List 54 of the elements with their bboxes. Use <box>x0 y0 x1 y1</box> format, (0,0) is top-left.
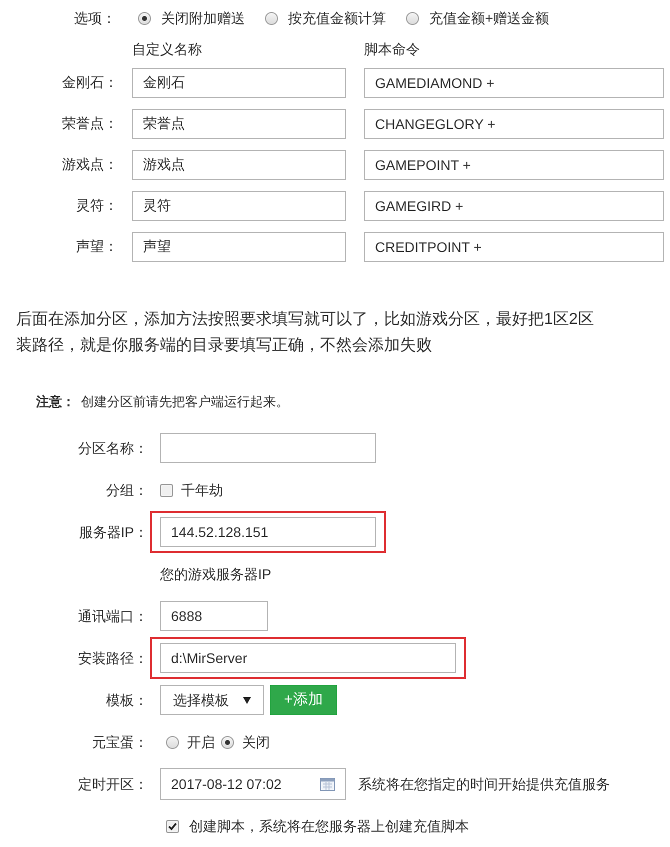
row-label: 灵符： <box>75 196 119 215</box>
options-label: 选项： <box>73 8 117 28</box>
command-field[interactable]: CHANGEGLORY + <box>364 108 664 138</box>
text-field[interactable]: 6888 <box>160 601 268 631</box>
row-label: 金刚石： <box>61 73 119 92</box>
field-hint: 您的游戏服务器IP <box>160 564 272 584</box>
radio-button[interactable] <box>265 12 278 24</box>
text-field[interactable] <box>160 433 376 463</box>
column-header: 自定义名称 <box>132 40 203 58</box>
datetime-field[interactable]: 2017-08-12 07:02 <box>160 768 346 800</box>
field-label: 元宝蛋： <box>91 732 148 752</box>
field-label: 分组： <box>105 480 148 500</box>
text-field[interactable]: 144.52.128.151 <box>160 517 376 547</box>
column-header: 脚本命令 <box>364 40 420 58</box>
row-label: 声望： <box>75 237 119 256</box>
row-label: 荣誉点： <box>61 114 119 133</box>
name-field[interactable]: 灵符 <box>132 190 346 220</box>
command-field[interactable]: GAMEGIRD + <box>364 190 664 220</box>
calendar-icon[interactable] <box>320 778 335 790</box>
field-label: 模板： <box>105 690 148 710</box>
radio-button[interactable] <box>221 736 234 748</box>
checkbox[interactable] <box>160 484 173 496</box>
name-field[interactable]: 声望 <box>132 232 346 262</box>
row-label: 游戏点： <box>61 155 119 174</box>
radio-button[interactable] <box>406 12 419 24</box>
text-field[interactable]: d:\MirServer <box>160 643 456 673</box>
radio-label: 充值金额+赠送金额 <box>429 8 550 28</box>
field-label: 安装路径： <box>77 648 148 668</box>
name-field[interactable]: 游戏点 <box>132 150 346 180</box>
checkbox-label: 创建脚本，系统将在您服务器上创建充值脚本 <box>189 816 469 836</box>
command-field[interactable]: CREDITPOINT + <box>364 232 664 262</box>
radio-button[interactable] <box>138 12 151 24</box>
radio-label: 按充值金额计算 <box>288 8 386 28</box>
datetime-note: 系统将在您指定的时间开始提供充值服务 <box>358 774 610 794</box>
caret-icon <box>243 696 251 704</box>
checkbox[interactable] <box>166 820 179 832</box>
paragraph-line: 后面在添加分区，添加方法按照要求填写就可以了，比如游戏分区，最好把1区2区 <box>16 310 595 330</box>
checkbox-label: 千年劫 <box>181 480 223 500</box>
radio-label: 关闭附加赠送 <box>161 8 245 28</box>
radio-button[interactable] <box>166 736 179 748</box>
command-field[interactable]: GAMEDIAMOND + <box>364 68 664 98</box>
name-field[interactable]: 金刚石 <box>132 68 346 98</box>
field-label: 服务器IP： <box>78 522 148 542</box>
paragraph-line: 装路径，就是你服务端的目录要填写正确，不然会添加失败 <box>16 336 433 356</box>
command-field[interactable]: GAMEPOINT + <box>364 150 664 180</box>
field-label: 定时开区： <box>77 774 148 794</box>
field-label: 通讯端口： <box>77 606 148 626</box>
field-label: 分区名称： <box>77 438 148 458</box>
name-field[interactable]: 荣誉点 <box>132 108 346 138</box>
radio-label: 开启 <box>187 732 215 752</box>
note-text: 创建分区前请先把客户端运行起来。 <box>81 393 289 412</box>
template-select[interactable]: 选择模板 <box>160 685 264 715</box>
note-label: 注意： <box>36 393 75 412</box>
radio-label: 关闭 <box>242 732 270 752</box>
